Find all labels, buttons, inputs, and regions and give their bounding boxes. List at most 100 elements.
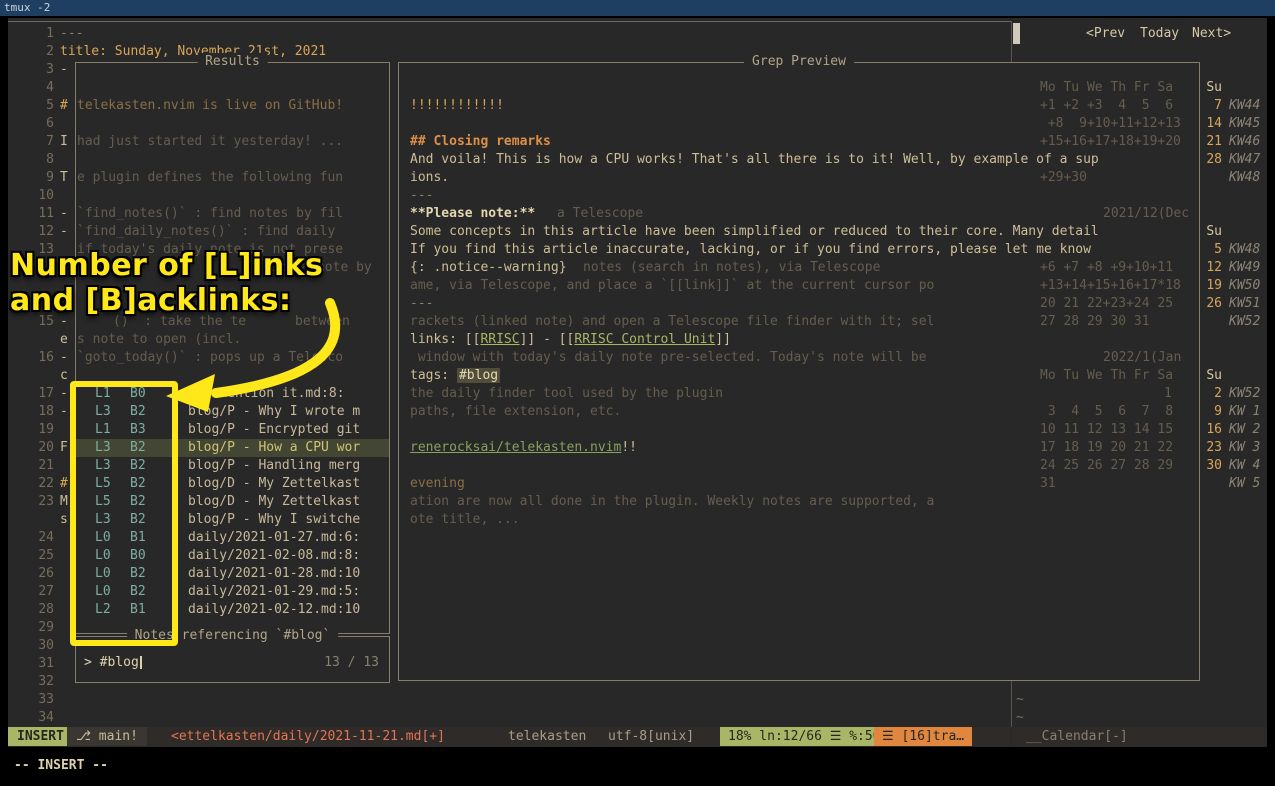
calendar-date[interactable]: 28 — [1198, 151, 1222, 169]
background-bleed-text: 3 4 5 6 7 8 — [1040, 403, 1173, 421]
calendar-date[interactable]: 2 — [1198, 385, 1222, 403]
result-name: … i mention it.md:8: — [188, 385, 345, 403]
result-name: blog/D - My Zettelkast — [188, 475, 360, 493]
statusline: INSERT ⎇ main! <ettelkasten/daily/2021-1… — [8, 727, 1011, 746]
background-bleed-text: 10 11 12 13 14 15 — [1040, 421, 1173, 439]
preview-text: evening — [410, 476, 465, 491]
result-name: blog/P - Handling merg — [188, 457, 360, 475]
preview-line: If you find this article inaccurate, lac… — [410, 241, 1091, 259]
background-bleed-text: +1 +2 +3 4 5 6 — [1040, 97, 1173, 115]
result-name: daily/2021-01-28.md:10 — [188, 565, 360, 583]
calendar-week-number: KW 2 — [1229, 421, 1260, 439]
file-encoding: utf-8[unix] — [608, 727, 694, 746]
calendar-date[interactable]: 30 — [1198, 457, 1222, 475]
preview-line: tags: #blog — [410, 367, 500, 385]
calendar-date[interactable]: 16 — [1198, 421, 1222, 439]
calendar-statusline: __Calendar[-] — [1012, 727, 1267, 746]
annotation-line-2: and [B]acklinks: — [10, 283, 323, 318]
scrollbar-thumb[interactable] — [1013, 23, 1020, 44]
preview-line: --- — [410, 295, 433, 313]
background-bleed-text: ame, via Telescope, and place a `[[link]… — [410, 277, 934, 295]
command-line-mode-text: -- INSERT -- — [14, 757, 108, 775]
empty-buffer-tilde: ~ — [1016, 709, 1024, 727]
calendar-date[interactable]: 21 — [1198, 133, 1222, 151]
background-bleed-text: Mo Tu We Th Fr Sa — [1040, 367, 1173, 385]
preview-line: **Please note:** — [410, 205, 535, 223]
preview-text: ions. — [410, 170, 449, 185]
preview-line: ions. — [410, 169, 449, 187]
background-bleed-text: +29+30 — [1040, 169, 1087, 187]
background-bleed-text: +15+16+17+18+19+20 — [1040, 133, 1181, 151]
calendar-week-number: KW 5 — [1229, 475, 1260, 493]
background-bleed-text: 17 18 19 20 21 22 — [1040, 439, 1173, 457]
calendar-date[interactable]: 7 — [1198, 97, 1222, 115]
calendar-date[interactable]: 5 — [1198, 241, 1222, 259]
calendar-week-number: KW48 — [1229, 169, 1260, 187]
background-bleed-text: 24 25 26 27 28 29 — [1040, 457, 1173, 475]
background-bleed-text: `find_notes()` : find notes by fil — [77, 205, 343, 223]
preview-text: {: .notice--warning} — [410, 260, 567, 275]
background-bleed-text: +8 9+10+11+12+13 — [1040, 115, 1181, 133]
calendar-week-number: KW52 — [1229, 313, 1260, 331]
git-branch: ⎇ main! — [67, 727, 147, 746]
background-bleed-text: window with today's daily note pre-selec… — [410, 349, 927, 367]
background-bleed-text: paths, file extension, etc. — [410, 403, 621, 421]
preview-text: If you find this article inaccurate, lac… — [410, 242, 1091, 257]
empty-buffer-tilde: ~ — [1016, 691, 1024, 709]
grep-preview-title: Grep Preview — [744, 53, 854, 71]
annotation-line-1: Number of [L]inks — [10, 248, 323, 283]
preview-text: ]] - [[ — [520, 332, 575, 347]
annotation-highlight-box — [70, 381, 178, 646]
result-name: blog/P - Why I switche — [188, 511, 360, 529]
result-name: daily/2021-02-08.md:8: — [188, 547, 360, 565]
preview-text: RRISC — [480, 332, 519, 347]
preview-text: !! — [621, 440, 637, 455]
calendar-window-label: __Calendar[-] — [1026, 729, 1128, 744]
result-counter: 13 / 13 — [324, 654, 379, 672]
terminal-screen: tmux -2 1---2title: Sunday, November 21s… — [0, 0, 1275, 786]
result-name: daily/2021-01-29.md:5: — [188, 583, 360, 601]
calendar-date[interactable]: 23 — [1198, 439, 1222, 457]
cursor-position: 18% ln:12/66 ☰ %:50 — [720, 727, 889, 746]
mode-indicator: INSERT — [8, 727, 73, 746]
preview-text: RRISC Control Unit — [574, 332, 715, 347]
preview-text: **Please note:** — [410, 206, 535, 221]
calendar-week-number: KW 1 — [1229, 403, 1260, 421]
result-name: daily/2021-02-12.md:10 — [188, 601, 360, 619]
background-bleed-text: rackets (linked note) and open a Telesco… — [410, 313, 934, 331]
preview-text: And voila! This is how a CPU works! That… — [410, 152, 1099, 167]
background-bleed-text: telekasten.nvim is live on GitHub! — [77, 97, 343, 115]
calendar-date[interactable]: 26 — [1198, 295, 1222, 313]
calendar-week-number: KW49 — [1229, 259, 1260, 277]
calendar-week-number: KW44 — [1229, 97, 1260, 115]
results-title: Results — [197, 53, 268, 71]
calendar-date[interactable]: 9 — [1198, 403, 1222, 421]
preview-line: links: [[RRISC]] - [[RRISC Control Unit]… — [410, 331, 731, 349]
background-bleed-text: 27 28 29 30 31 — [1040, 313, 1150, 331]
background-bleed-text: e plugin defines the following fun — [77, 169, 343, 187]
calendar-week-number: KW51 — [1229, 295, 1260, 313]
calendar-week-number: KW52 — [1229, 385, 1260, 403]
calendar-week-number: KW45 — [1229, 115, 1260, 133]
annotation-text: Number of [L]inks and [B]acklinks: — [10, 248, 323, 318]
current-filename: <ettelkasten/daily/2021-11-21.md[+] — [171, 727, 445, 746]
background-bleed-text: +6 +7 +8 +9+10+11 — [1040, 259, 1173, 277]
background-bleed-text: a Telescope — [557, 205, 643, 223]
background-bleed-text: `find_daily_notes()` : find daily — [77, 223, 335, 241]
calendar-date[interactable]: 12 — [1198, 259, 1222, 277]
preview-text: !!!!!!!!!!!! — [410, 98, 504, 113]
background-bleed-text: had just started it yesterday! ... — [77, 133, 343, 151]
preview-text: Some concepts in this article have been … — [410, 224, 1099, 239]
preview-line: !!!!!!!!!!!! — [410, 97, 504, 115]
background-bleed-text: 31 — [1040, 475, 1056, 493]
preview-text: --- — [410, 188, 433, 203]
search-prompt-input[interactable]: > #blog — [84, 655, 142, 670]
preview-line: And voila! This is how a CPU works! That… — [410, 151, 1099, 169]
calendar-week-number: KW47 — [1229, 151, 1260, 169]
calendar-date[interactable]: 14 — [1198, 115, 1222, 133]
text-cursor — [140, 656, 142, 669]
preview-line: --- — [410, 187, 433, 205]
preview-line: Some concepts in this article have been … — [410, 223, 1099, 241]
preview-text: links: [[ — [410, 332, 480, 347]
calendar-date[interactable]: 19 — [1198, 277, 1222, 295]
